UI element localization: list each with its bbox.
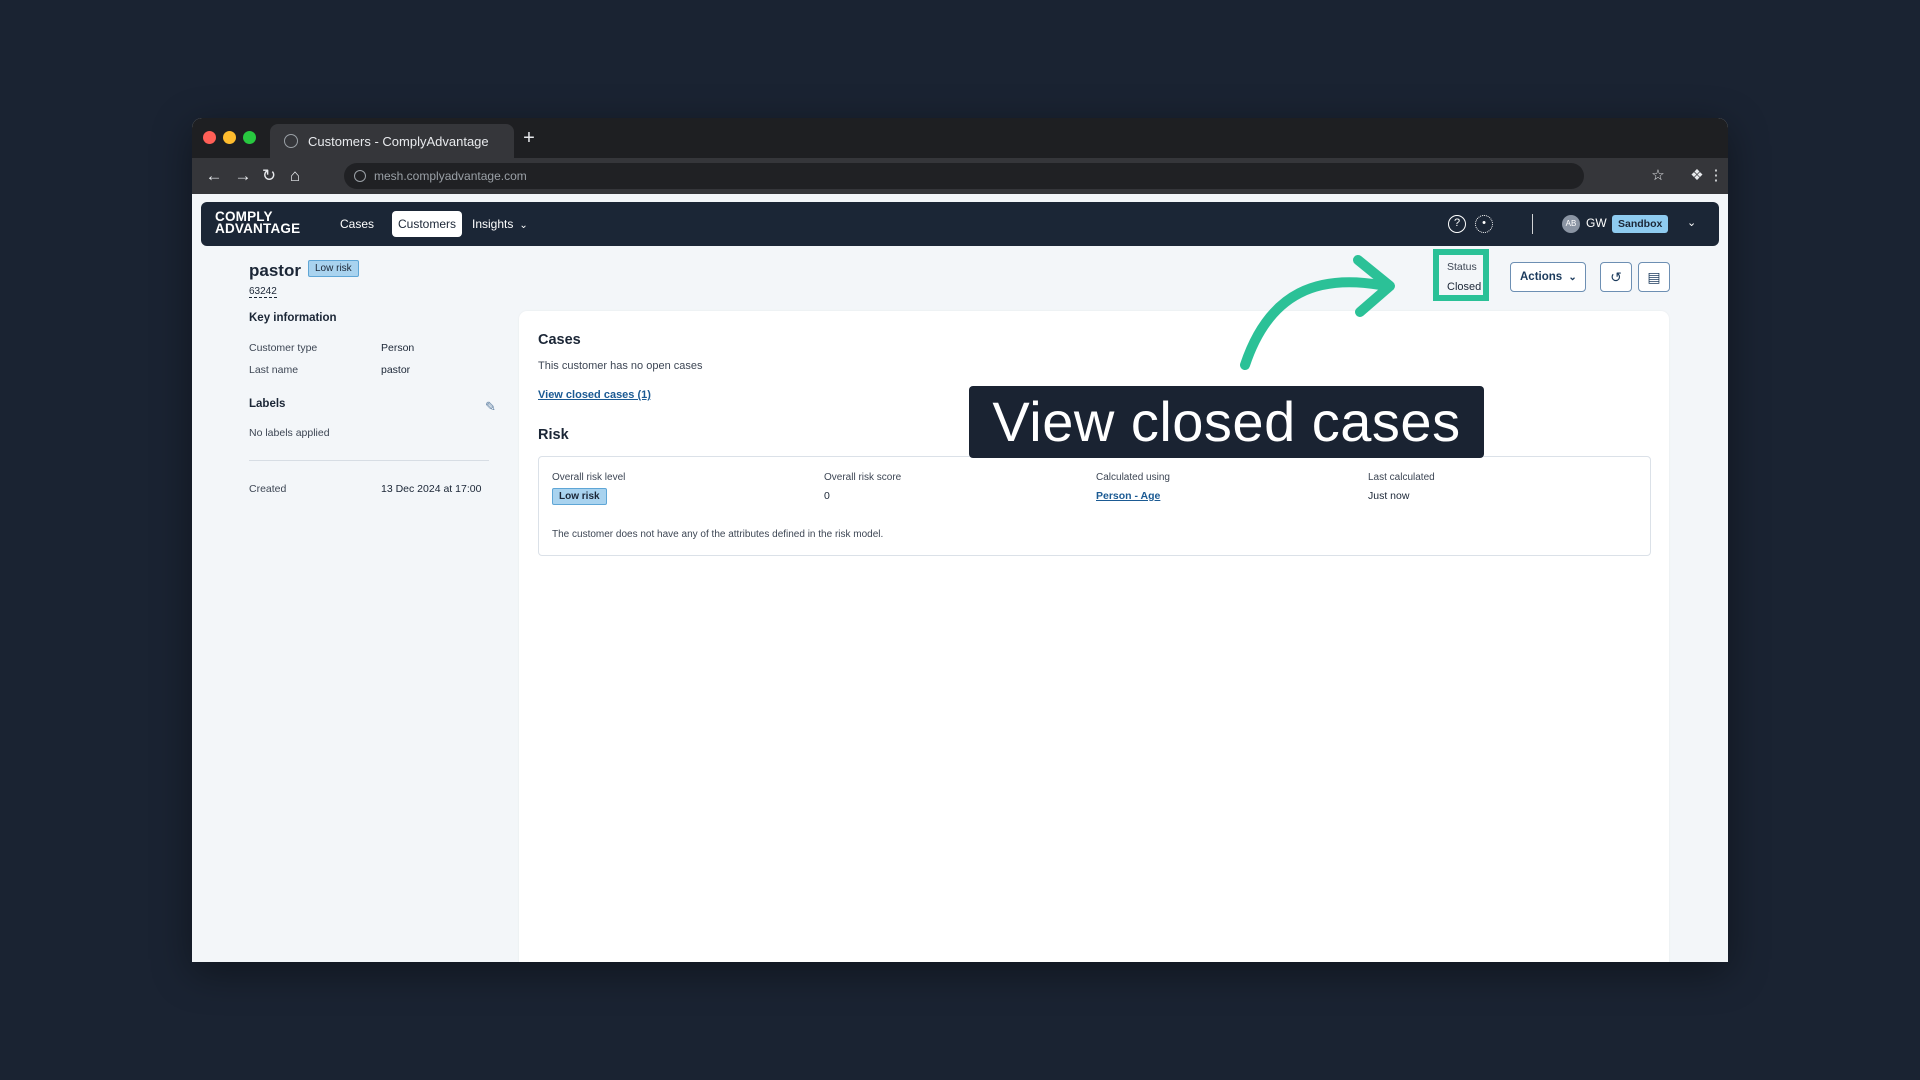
menu-icon[interactable]: ⋮ — [1705, 165, 1727, 187]
site-info-icon — [354, 170, 366, 182]
field-value: Person — [381, 342, 415, 354]
maximize-window-button[interactable] — [243, 131, 256, 144]
address-bar[interactable]: mesh.complyadvantage.com — [344, 163, 1584, 189]
close-window-button[interactable] — [203, 131, 216, 144]
key-info-heading: Key information — [249, 312, 337, 324]
new-tab-button[interactable]: + — [518, 127, 540, 149]
nav-insights-label: Insights — [472, 217, 514, 231]
risk-score-value: 0 — [824, 490, 830, 502]
cases-heading: Cases — [538, 332, 581, 348]
actions-button[interactable]: Actions ⌄ — [1510, 262, 1586, 292]
customer-name: pastor — [249, 261, 301, 280]
nav-customers[interactable]: Customers — [392, 211, 463, 237]
minimize-window-button[interactable] — [223, 131, 236, 144]
annotation-arrow — [1240, 255, 1395, 370]
tab-title: Customers - ComplyAdvantage — [308, 133, 489, 149]
risk-panel: Overall risk level Low risk Overall risk… — [538, 456, 1651, 556]
settings-icon[interactable]: • — [1475, 215, 1493, 233]
cases-empty-text: This customer has no open cases — [538, 360, 703, 372]
status-value: Closed — [1447, 281, 1482, 293]
globe-icon — [284, 134, 298, 148]
risk-level-badge: Low risk — [552, 488, 607, 505]
comment-icon[interactable]: ▤ — [1638, 262, 1670, 292]
history-icon[interactable]: ↺ — [1600, 262, 1632, 292]
field-key: Customer type — [249, 342, 318, 354]
chevron-down-icon: ⌄ — [1568, 272, 1577, 283]
user-initials[interactable]: GW — [1586, 216, 1607, 230]
logo-line2: ADVANTAGE — [215, 221, 301, 236]
risk-score-label: Overall risk score — [824, 472, 902, 483]
divider — [249, 460, 489, 461]
browser-toolbar: ← → ↻ ⌂ mesh.complyadvantage.com ☆ ❖ ⋮ — [192, 158, 1728, 194]
risk-level-label: Overall risk level — [552, 472, 626, 483]
field-value: pastor — [381, 364, 411, 376]
created-value: 13 Dec 2024 at 17:00 — [381, 483, 482, 495]
field-key: Last name — [249, 364, 299, 376]
risk-badge: Low risk — [308, 260, 359, 277]
nav-cases[interactable]: Cases — [334, 211, 380, 237]
home-icon[interactable]: ⌂ — [284, 165, 306, 187]
status-indicator[interactable]: Status Closed — [1433, 249, 1489, 301]
address-url: mesh.complyadvantage.com — [374, 169, 527, 183]
tab-bar: Customers - ComplyAdvantage + — [192, 118, 1728, 158]
risk-heading: Risk — [538, 427, 569, 443]
reload-icon[interactable]: ↻ — [258, 165, 280, 187]
star-icon[interactable]: ☆ — [1647, 165, 1669, 187]
nav-divider — [1532, 214, 1533, 234]
last-calculated-label: Last calculated — [1368, 472, 1435, 483]
risk-note: The customer does not have any of the at… — [552, 529, 884, 540]
environment-badge: Sandbox — [1612, 215, 1669, 233]
browser-tab[interactable]: Customers - ComplyAdvantage — [270, 124, 514, 158]
view-closed-cases-link[interactable]: View closed cases (1) — [538, 389, 651, 401]
logo[interactable]: COMPLY ADVANTAGE — [215, 210, 301, 236]
chevron-down-icon[interactable]: ⌄ — [1687, 216, 1696, 229]
calculated-using-label: Calculated using — [1096, 472, 1170, 483]
risk-model-link[interactable]: Person - Age — [1096, 490, 1160, 502]
status-label: Status — [1447, 261, 1477, 273]
labels-empty-text: No labels applied — [249, 427, 330, 439]
help-icon[interactable]: ? — [1448, 215, 1466, 233]
created-key: Created — [249, 483, 287, 495]
browser-window: Customers - ComplyAdvantage + ← → ↻ ⌂ me… — [192, 118, 1728, 962]
pencil-icon[interactable]: ✎ — [485, 399, 496, 415]
avatar[interactable]: AB — [1562, 215, 1580, 233]
app-navbar: COMPLY ADVANTAGE Cases Customers Insight… — [201, 202, 1719, 246]
customer-id[interactable]: 63242 — [249, 286, 277, 298]
last-calculated-value: Just now — [1368, 490, 1410, 502]
nav-insights[interactable]: Insights ⌄ — [466, 211, 534, 237]
forward-icon[interactable]: → — [232, 165, 254, 187]
actions-label: Actions — [1520, 271, 1563, 283]
chevron-down-icon: ⌄ — [519, 220, 528, 231]
labels-heading: Labels — [249, 398, 286, 410]
annotation-callout: View closed cases — [969, 386, 1484, 458]
back-icon[interactable]: ← — [203, 165, 225, 187]
